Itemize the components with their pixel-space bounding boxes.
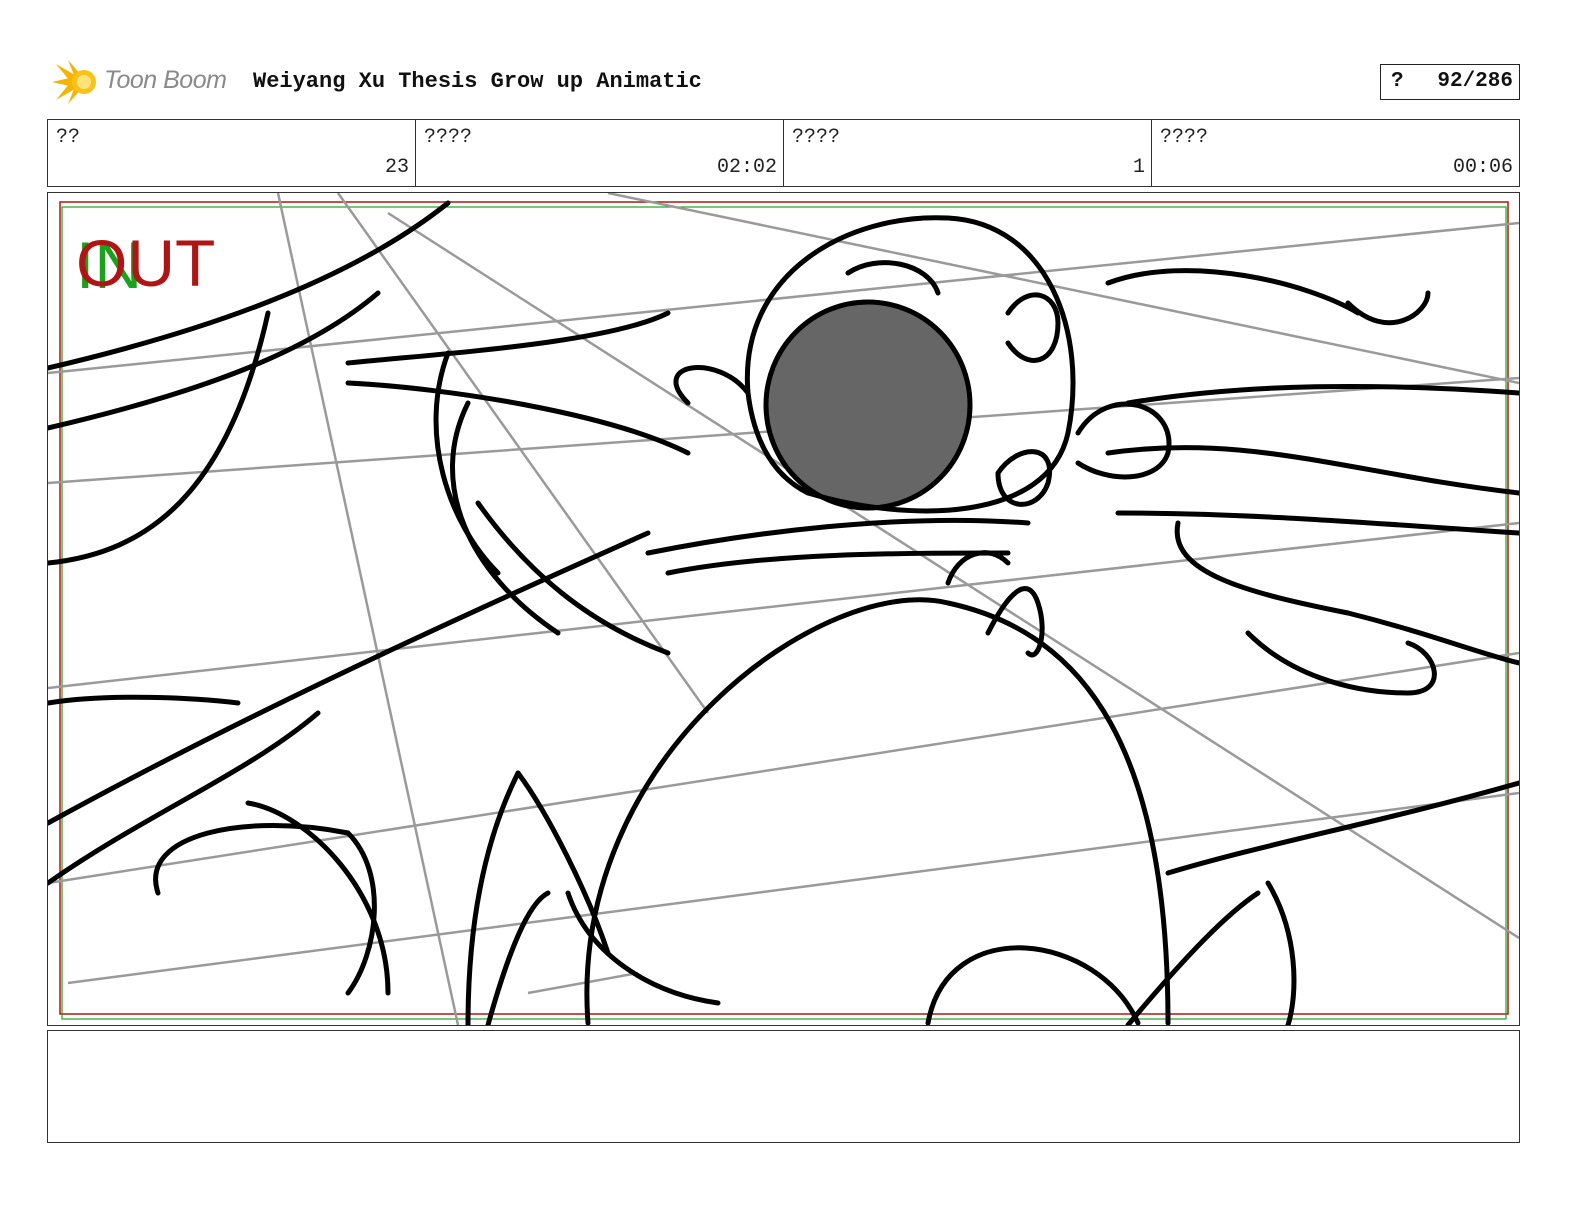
out-safe-frame [59, 201, 1509, 1015]
shaded-head [763, 299, 973, 511]
info-cell-panel: ???? 1 [784, 120, 1152, 186]
info-value: 23 [384, 156, 409, 179]
panel-notes-box[interactable] [47, 1030, 1520, 1143]
storyboard-header: Toon Boom Weiyang Xu Thesis Grow up Anim… [48, 56, 1520, 108]
info-label: ???? [424, 126, 473, 149]
info-cell-panel-duration: ???? 00:06 [1152, 120, 1519, 186]
panel-info-row: ?? 23 ???? 02:02 ???? 1 ???? 00:06 [47, 119, 1520, 187]
out-marker: OUT [76, 226, 215, 300]
in-safe-frame [61, 206, 1507, 1020]
project-title: Weiyang Xu Thesis Grow up Animatic [253, 69, 702, 94]
logo-text: Toon Boom [104, 66, 227, 94]
toon-boom-logo: Toon Boom [48, 56, 248, 108]
page-prefix: ? [1391, 70, 1404, 93]
info-label: ???? [1160, 126, 1209, 149]
sketch-strokes [48, 200, 1519, 1025]
info-label: ?? [56, 126, 81, 149]
sun-burst-icon [52, 60, 96, 104]
info-value: 02:02 [716, 156, 777, 179]
info-value: 1 [1132, 156, 1145, 179]
info-cell-scene: ?? 23 [48, 120, 416, 186]
info-value: 00:06 [1452, 156, 1513, 179]
page-counter-box: ? 92/286 [1380, 64, 1520, 100]
info-label: ???? [792, 126, 841, 149]
sketch-drawing: IN OUT [48, 193, 1519, 1025]
info-cell-duration: ???? 02:02 [416, 120, 784, 186]
storyboard-panel-frame: IN OUT [47, 192, 1520, 1026]
page-counter: 92/286 [1437, 70, 1513, 93]
